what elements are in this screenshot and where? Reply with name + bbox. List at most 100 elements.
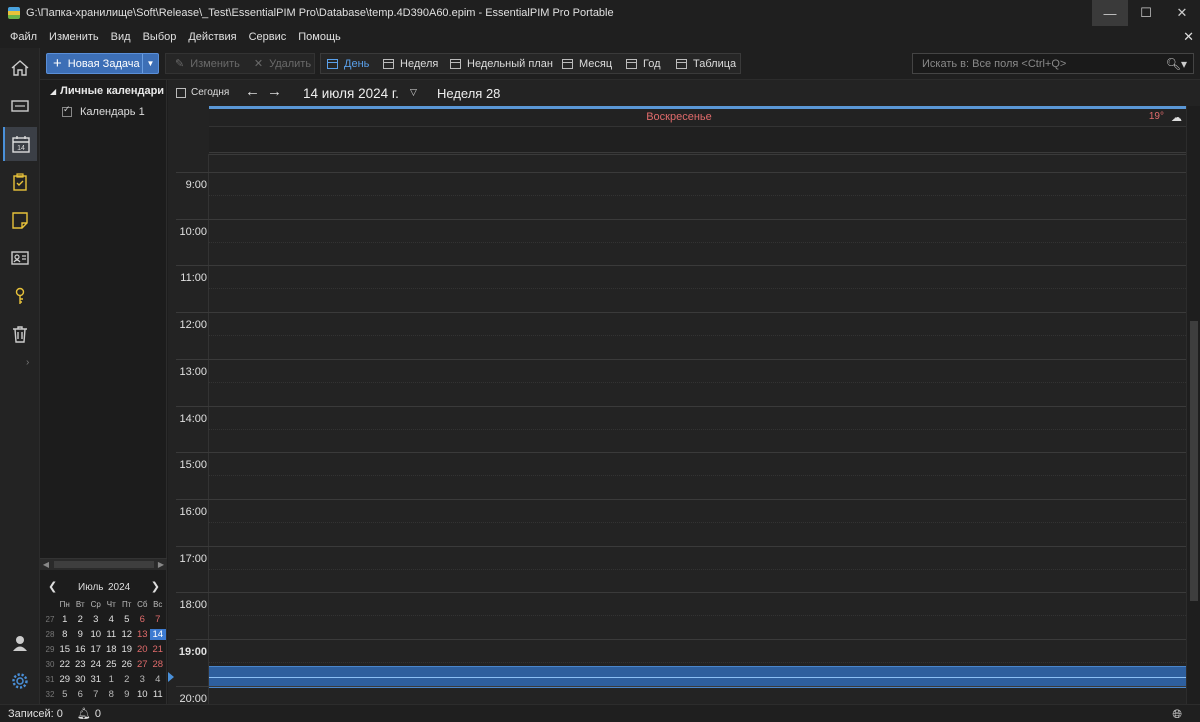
view-weekplan-button[interactable]: Недельный план: [450, 54, 553, 73]
week-number-cell[interactable]: 28: [43, 630, 57, 639]
all-day-area[interactable]: [209, 126, 1186, 153]
view-year-button[interactable]: Год: [626, 54, 661, 73]
day-cell[interactable]: 9: [119, 689, 135, 700]
passwords-module-button[interactable]: [3, 279, 37, 313]
menu-select[interactable]: Выбор: [137, 31, 183, 43]
day-cell[interactable]: 29: [57, 674, 73, 685]
day-cell[interactable]: 7: [88, 689, 104, 700]
day-cell[interactable]: 10: [135, 689, 151, 700]
day-cell[interactable]: 19: [119, 644, 135, 655]
bell-icon[interactable]: 🔔︎: [77, 707, 91, 720]
scroll-right-icon[interactable]: ▶: [155, 559, 167, 571]
calendar-checkbox[interactable]: [62, 104, 72, 117]
week-number-cell[interactable]: 31: [43, 675, 57, 684]
view-week-button[interactable]: Неделя: [383, 54, 438, 73]
day-cell[interactable]: 2: [73, 614, 89, 625]
current-date[interactable]: 14 июля 2024 г.: [303, 86, 399, 101]
menu-actions[interactable]: Действия: [182, 31, 242, 43]
today-button[interactable]: Сегодня: [176, 87, 229, 98]
horizontal-scrollbar[interactable]: ◀ ▶: [40, 558, 167, 570]
day-cell[interactable]: 4: [150, 674, 166, 685]
menu-close-icon[interactable]: ✕: [1183, 29, 1194, 45]
day-cell[interactable]: 25: [104, 659, 120, 670]
day-cell[interactable]: 3: [88, 614, 104, 625]
new-task-dropdown-icon[interactable]: ▼: [142, 54, 158, 73]
day-cell[interactable]: 18: [104, 644, 120, 655]
day-cell[interactable]: 2: [119, 674, 135, 685]
day-cell[interactable]: 5: [119, 614, 135, 625]
date-dropdown-icon[interactable]: ▽: [410, 87, 417, 98]
week-number-cell[interactable]: 27: [43, 615, 57, 624]
profile-button[interactable]: [3, 626, 37, 660]
day-cell[interactable]: 5: [57, 689, 73, 700]
day-cell[interactable]: 6: [73, 689, 89, 700]
new-task-button[interactable]: + Новая Задача ▼: [46, 53, 159, 74]
collapse-triangle-icon[interactable]: ◢: [50, 87, 56, 96]
day-cell[interactable]: 26: [119, 659, 135, 670]
contacts-module-button[interactable]: [3, 241, 37, 275]
day-cell[interactable]: 4: [104, 614, 120, 625]
day-cell[interactable]: 17: [88, 644, 104, 655]
close-button[interactable]: ✕: [1164, 0, 1200, 26]
menu-edit[interactable]: Изменить: [43, 31, 105, 43]
notes-module-button[interactable]: [3, 203, 37, 237]
day-cell[interactable]: 20: [135, 644, 151, 655]
scroll-left-icon[interactable]: ◀: [40, 559, 52, 571]
day-cell[interactable]: 3: [135, 674, 151, 685]
search-input[interactable]: Искать в: Все поля <Ctrl+Q> 🔍︎▾: [912, 53, 1194, 74]
day-cell[interactable]: 30: [73, 674, 89, 685]
time-grid[interactable]: 9:00 10:00 11:00 12:00 13:00 14:00 15:00 16:00 1…: [168, 154, 1186, 704]
day-cell[interactable]: 6: [135, 614, 151, 625]
day-cell[interactable]: 7: [150, 614, 166, 625]
calendar-item[interactable]: Календарь 1: [62, 104, 145, 118]
view-month-button[interactable]: Месяц: [562, 54, 612, 73]
search-icon[interactable]: 🔍︎▾: [1166, 57, 1187, 71]
day-cell[interactable]: 1: [57, 614, 73, 625]
day-cell[interactable]: 21: [150, 644, 166, 655]
day-cell[interactable]: 27: [135, 659, 151, 670]
next-month-icon[interactable]: ❯: [151, 580, 160, 593]
delete-button[interactable]: Удалить: [269, 58, 311, 70]
day-cell[interactable]: 22: [57, 659, 73, 670]
trash-module-button[interactable]: [3, 317, 37, 351]
day-cell[interactable]: 11: [150, 689, 166, 700]
menu-view[interactable]: Вид: [105, 31, 137, 43]
mail-module-button[interactable]: [3, 89, 37, 123]
maximize-button[interactable]: ☐: [1128, 0, 1164, 26]
day-cell[interactable]: 12: [119, 629, 135, 640]
day-cell[interactable]: 14: [150, 629, 166, 640]
day-cell[interactable]: 9: [73, 629, 89, 640]
day-cell[interactable]: 11: [104, 629, 120, 640]
menu-help[interactable]: Помощь: [292, 31, 347, 43]
day-cell[interactable]: 16: [73, 644, 89, 655]
day-cell[interactable]: 15: [57, 644, 73, 655]
home-module-button[interactable]: [3, 51, 37, 85]
week-number-cell[interactable]: 29: [43, 645, 57, 654]
minimize-button[interactable]: —: [1092, 0, 1128, 26]
week-number-cell[interactable]: 30: [43, 660, 57, 669]
week-number-cell[interactable]: 32: [43, 690, 57, 699]
day-cell[interactable]: 1: [104, 674, 120, 685]
menu-file[interactable]: Файл: [4, 31, 43, 43]
calendar-group-header[interactable]: ◢ Личные календари: [50, 85, 164, 97]
view-table-button[interactable]: Таблица: [676, 54, 736, 73]
view-day-button[interactable]: День: [327, 54, 369, 73]
vertical-scrollbar[interactable]: [1186, 106, 1200, 704]
globe-icon[interactable]: 🌐︎: [1172, 707, 1182, 722]
day-cell[interactable]: 13: [135, 629, 151, 640]
day-cell[interactable]: 28: [150, 659, 166, 670]
mini-calendar-month[interactable]: Июль: [78, 582, 104, 593]
back-arrow-icon[interactable]: ←: [245, 83, 260, 100]
forward-arrow-icon[interactable]: →: [267, 83, 282, 100]
calendar-module-button[interactable]: 14: [3, 127, 37, 161]
day-cell[interactable]: 23: [73, 659, 89, 670]
menu-tools[interactable]: Сервис: [243, 31, 293, 43]
day-cell[interactable]: 10: [88, 629, 104, 640]
settings-button[interactable]: [3, 664, 37, 698]
day-cell[interactable]: 8: [104, 689, 120, 700]
day-cell[interactable]: 8: [57, 629, 73, 640]
day-cell[interactable]: 24: [88, 659, 104, 670]
expand-rail-icon[interactable]: ›: [26, 357, 29, 368]
edit-button[interactable]: Изменить: [190, 58, 240, 70]
scroll-thumb[interactable]: [54, 561, 154, 568]
